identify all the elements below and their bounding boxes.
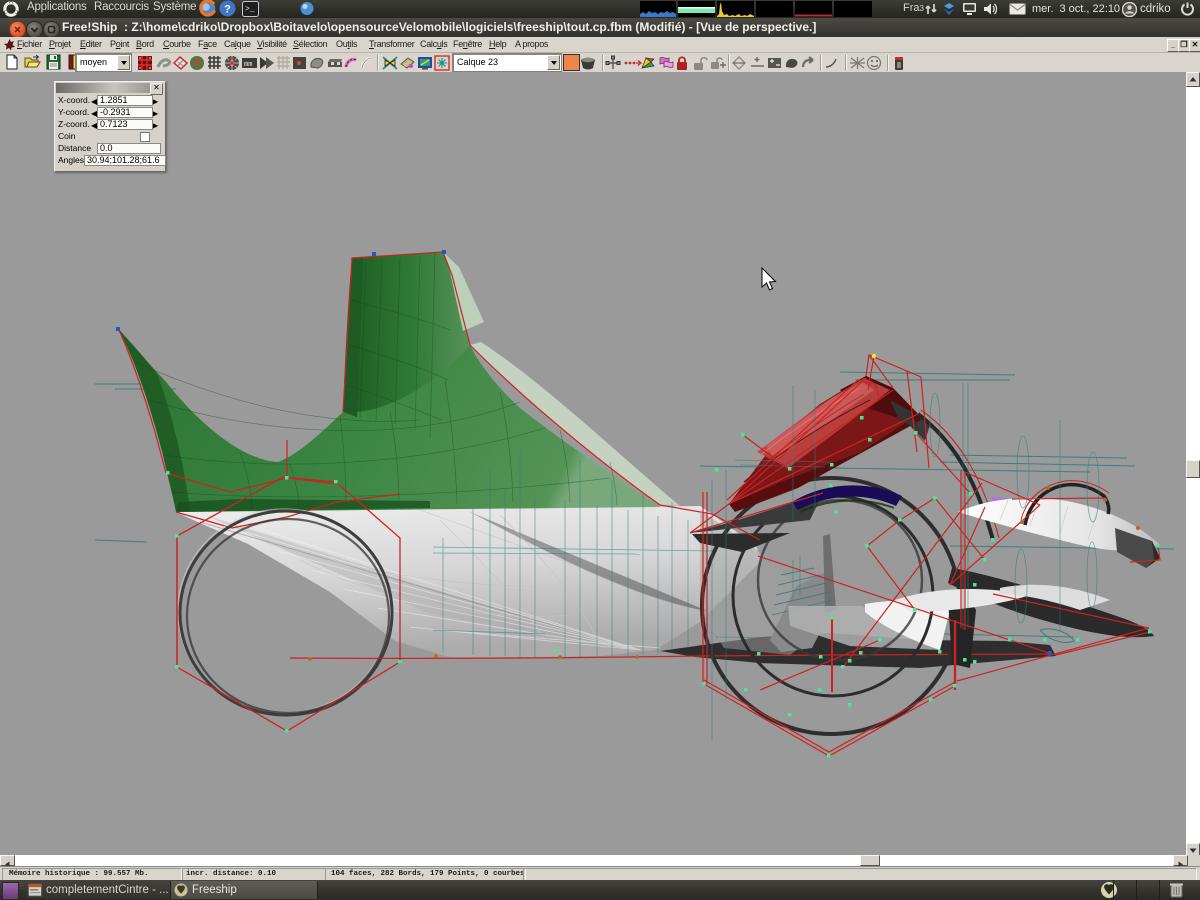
svg-text:mm: mm [244,61,252,69]
svg-text:?: ? [224,4,231,16]
svg-text:>_: >_ [245,5,255,14]
